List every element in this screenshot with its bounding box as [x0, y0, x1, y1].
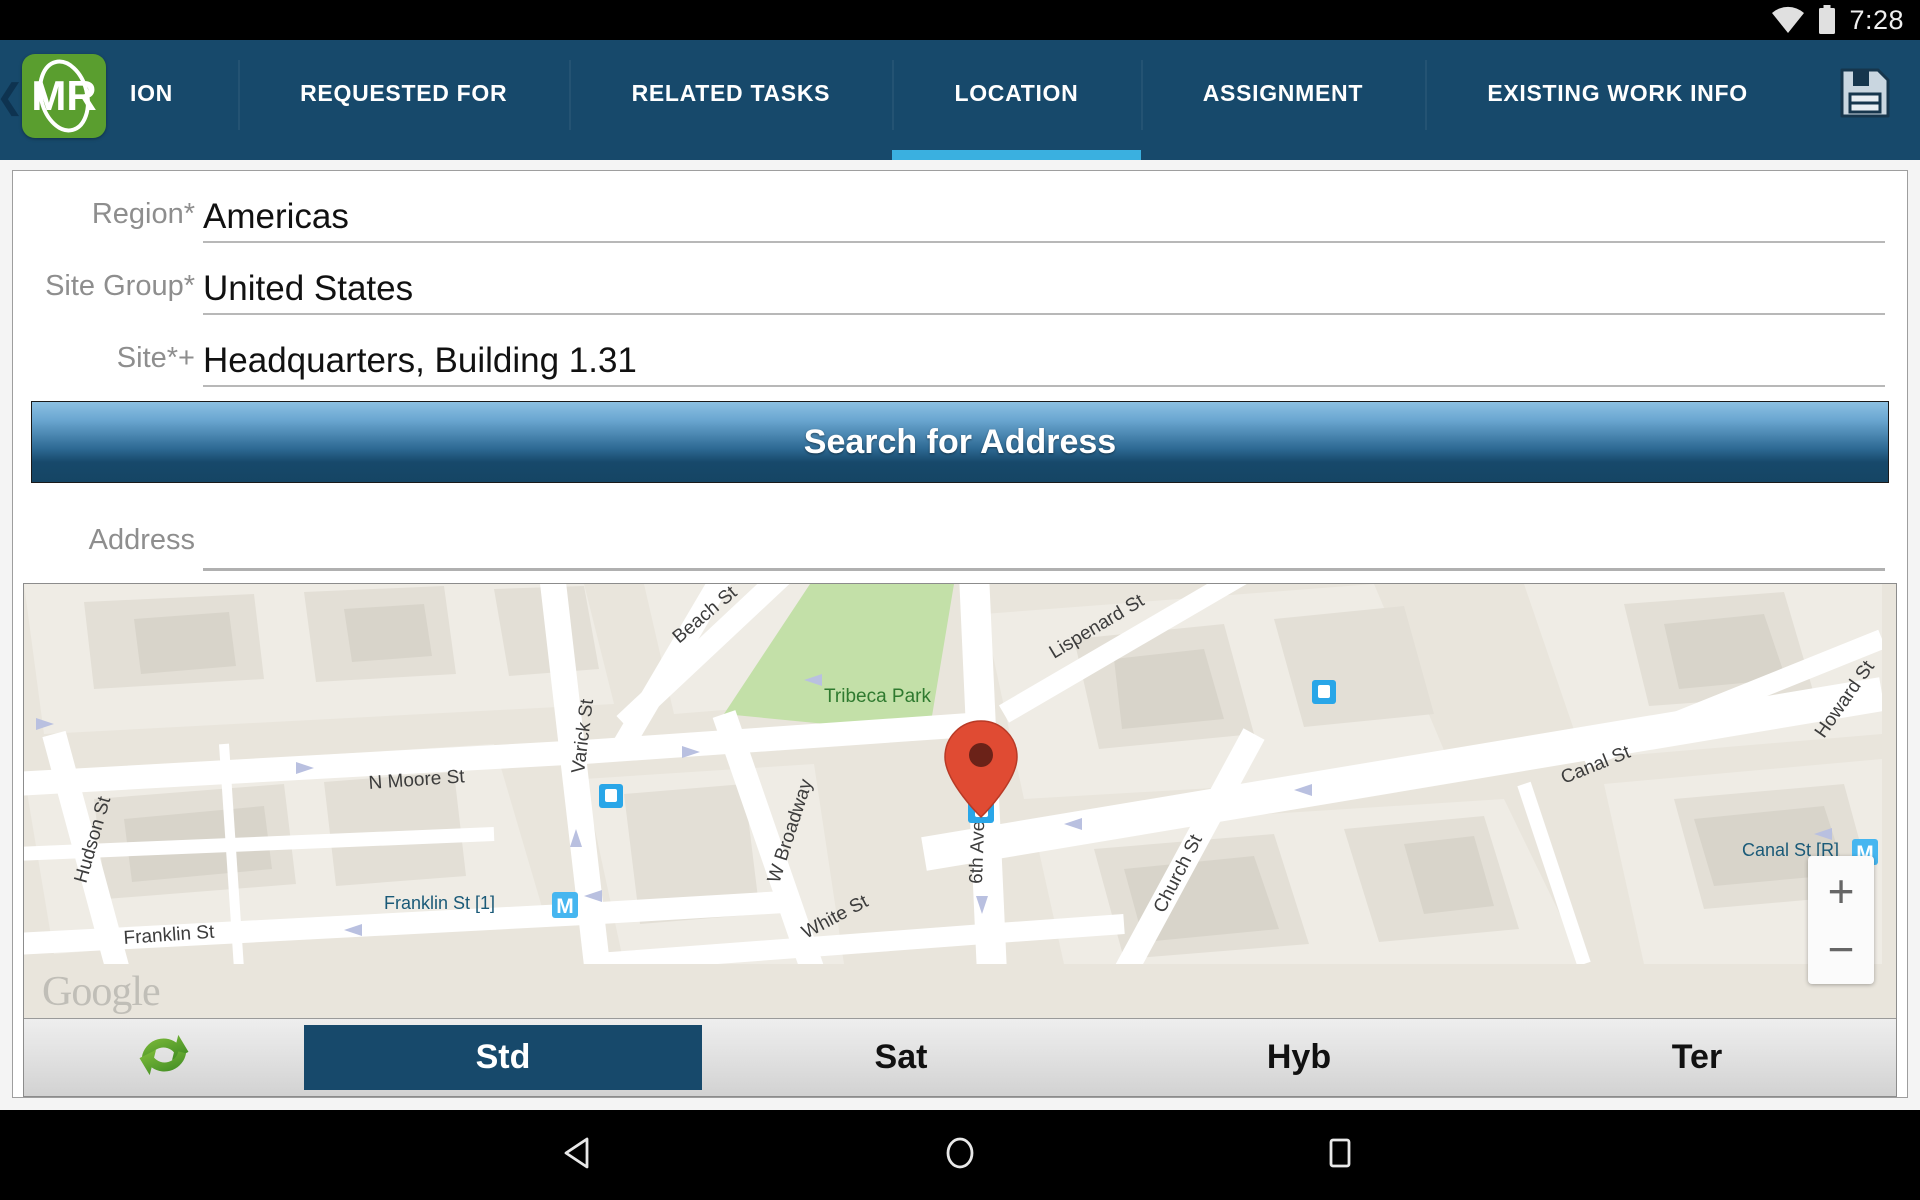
tab-label: RELATED TASKS — [631, 79, 831, 106]
park-label: Tribeca Park — [824, 686, 931, 707]
form-panel: Region* Americas Site Group* United Stat… — [12, 170, 1908, 1098]
map-refresh-button[interactable] — [24, 1019, 304, 1096]
home-circle-icon — [940, 1133, 980, 1178]
map-type-std[interactable]: Std — [304, 1025, 702, 1090]
map-type-hyb[interactable]: Hyb — [1100, 1019, 1498, 1096]
map-type-label: Ter — [1671, 1038, 1723, 1076]
status-clock: 7:28 — [1849, 4, 1904, 35]
nav-home-button[interactable] — [920, 1115, 1000, 1195]
nav-back-button[interactable] — [540, 1115, 620, 1195]
app-header: ❮ MR ION REQUESTED FOR RELATED TASKS LOC… — [0, 40, 1920, 160]
location-form-content: Region* Americas Site Group* United Stat… — [0, 160, 1920, 1110]
back-chevron-icon[interactable]: ❮ — [0, 40, 24, 160]
tab-ion[interactable]: ION — [108, 40, 238, 160]
tab-label: EXISTING WORK INFO — [1487, 79, 1748, 106]
zoom-out-button[interactable]: − — [1808, 920, 1874, 978]
refresh-sync-icon — [133, 1024, 195, 1091]
tab-requested-for[interactable]: REQUESTED FOR — [238, 40, 569, 160]
site-label: Site*+ — [116, 342, 195, 374]
tab-label: ASSIGNMENT — [1202, 79, 1364, 106]
tab-related-tasks[interactable]: RELATED TASKS — [569, 40, 892, 160]
android-status-bar: 7:28 — [0, 0, 1920, 40]
transit-label: Franklin St [1] — [384, 893, 495, 913]
tab-label: LOCATION — [954, 79, 1079, 106]
map-zoom-controls: + − — [1808, 856, 1874, 984]
tab-underline — [569, 150, 892, 160]
field-row-region: Region* Americas — [13, 171, 1907, 243]
map-container: .rd { stroke:#ffffff; fill:none; stroke-… — [23, 583, 1897, 1097]
map-canvas[interactable]: .rd { stroke:#ffffff; fill:none; stroke-… — [24, 584, 1896, 1018]
address-label: Address — [88, 524, 195, 556]
mr-app-logo[interactable]: MR — [22, 54, 106, 138]
field-row-site: Site*+ Headquarters, Building 1.31 — [13, 315, 1907, 387]
field-row-address: Address — [13, 493, 1907, 571]
map-type-sat[interactable]: Sat — [702, 1019, 1100, 1096]
tab-underline-active — [892, 150, 1141, 160]
android-nav-bar — [0, 1110, 1920, 1200]
region-label: Region* — [91, 198, 195, 230]
app-root: 7:28 ❮ MR ION REQUESTED FOR RELATED TASK… — [0, 0, 1920, 1200]
tab-underline — [238, 150, 569, 160]
field-row-site-group: Site Group* United States — [13, 243, 1907, 315]
svg-text:MR: MR — [31, 72, 96, 119]
bus-stop-icon — [1312, 680, 1336, 704]
search-for-address-button[interactable]: Search for Address — [31, 401, 1889, 483]
tab-label: REQUESTED FOR — [300, 79, 508, 106]
wifi-icon — [1771, 6, 1805, 34]
back-triangle-icon — [560, 1133, 600, 1178]
tab-underline — [1141, 150, 1426, 160]
subway-badge-franklin: M — [552, 892, 578, 918]
tab-location[interactable]: LOCATION — [892, 40, 1141, 160]
search-button-label: Search for Address — [803, 422, 1117, 461]
site-input[interactable]: Headquarters, Building 1.31 — [203, 343, 1885, 387]
tab-assignment[interactable]: ASSIGNMENT — [1140, 40, 1426, 160]
tab-existing-work-info[interactable]: EXISTING WORK INFO — [1425, 40, 1810, 160]
region-input[interactable]: Americas — [203, 199, 1885, 243]
address-input[interactable] — [203, 541, 1885, 571]
map-type-label: Hyb — [1266, 1038, 1332, 1076]
save-button[interactable] — [1810, 40, 1920, 160]
map-tiles: .rd { stroke:#ffffff; fill:none; stroke-… — [24, 584, 1882, 964]
map-type-bar: Std Sat Hyb Ter — [24, 1018, 1896, 1096]
save-floppy-icon — [1838, 66, 1892, 125]
nav-recents-button[interactable] — [1300, 1115, 1380, 1195]
street-label: 6th Ave — [966, 820, 989, 884]
tab-label: ION — [130, 79, 173, 106]
map-type-label: Sat — [874, 1038, 928, 1076]
bus-stop-icon — [599, 784, 623, 808]
map-type-ter[interactable]: Ter — [1498, 1019, 1896, 1096]
site-group-input[interactable]: United States — [203, 271, 1885, 315]
map-type-label: Std — [475, 1038, 531, 1076]
battery-icon — [1817, 5, 1837, 35]
svg-text:M: M — [556, 895, 574, 918]
tab-underline — [1425, 150, 1810, 160]
tab-underline — [108, 150, 238, 160]
tab-strip: ION REQUESTED FOR RELATED TASKS LOCATION… — [108, 40, 1810, 160]
recents-square-icon — [1320, 1133, 1360, 1178]
zoom-in-button[interactable]: + — [1808, 862, 1874, 920]
site-group-label: Site Group* — [45, 270, 195, 302]
google-watermark: Google — [42, 969, 161, 1015]
